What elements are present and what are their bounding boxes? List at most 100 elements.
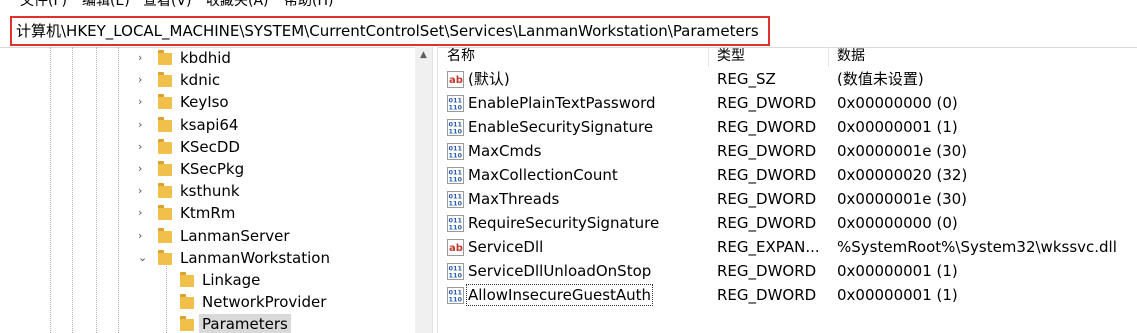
value-name: AllowInsecureGuestAuth: [465, 284, 654, 306]
expand-chevron-icon[interactable]: ›: [138, 73, 148, 87]
folder-icon: [158, 161, 172, 176]
value-type: REG_SZ: [717, 70, 776, 88]
expand-chevron-icon[interactable]: ›: [138, 229, 148, 243]
folder-icon: [158, 183, 172, 199]
binary-value-icon: 011 110: [447, 191, 464, 208]
tree-item-label: KSecPkg: [180, 160, 245, 178]
value-type: REG_DWORD: [717, 190, 817, 208]
value-type: REG_EXPAN...: [717, 238, 820, 256]
value-data: 0x00000001 (1): [837, 286, 958, 304]
tree-item-label: Parameters: [199, 314, 291, 333]
tree-item-label: NetworkProvider: [202, 293, 327, 312]
tree-item[interactable]: Linkage: [0, 269, 420, 291]
value-name: MaxCollectionCount: [468, 166, 618, 184]
binary-value-icon: 011 110: [447, 143, 464, 160]
value-name: EnableSecuritySignature: [468, 118, 654, 136]
value-type: REG_DWORD: [717, 166, 817, 184]
value-data: 0x00000000 (0): [837, 214, 958, 232]
tree-item[interactable]: › kdnic: [0, 69, 420, 91]
tree-item[interactable]: ⌄ LanmanWorkstation: [0, 247, 420, 269]
menu-bar: 文件(F) 编辑(E) 查看(V) 收藏夹(A) 帮助(H): [0, 0, 1137, 11]
tree-item[interactable]: NetworkProvider: [0, 291, 420, 313]
folder-icon: [158, 138, 172, 154]
value-row[interactable]: 011 110 MaxThreads REG_DWORD 0x0000001e (30): [440, 187, 1137, 211]
string-value-icon: ab: [447, 239, 464, 256]
svg-text:110: 110: [449, 200, 463, 208]
column-header-name[interactable]: 名称: [447, 47, 475, 67]
folder-icon: [158, 94, 172, 110]
menu-file[interactable]: 文件(F): [20, 0, 67, 11]
folder-icon: [180, 316, 194, 332]
tree-item[interactable]: › KtmRm: [0, 202, 420, 224]
menu-view[interactable]: 查看(V): [143, 0, 192, 11]
tree-item[interactable]: › kbdhid: [0, 47, 420, 69]
tree-item-label: KSecDD: [180, 137, 240, 156]
value-row[interactable]: 011 110 AllowInsecureGuestAuth REG_DWORD 0x0…: [440, 283, 1137, 307]
column-header-data[interactable]: 数据: [837, 47, 865, 67]
tree-item[interactable]: Parameters: [0, 313, 420, 333]
svg-text:ab: ab: [449, 75, 463, 86]
tree-item-label: ksthunk: [180, 182, 240, 201]
expand-chevron-icon[interactable]: ›: [138, 206, 148, 220]
folder-icon: [158, 72, 172, 88]
svg-text:110: 110: [449, 272, 463, 280]
expand-chevron-icon[interactable]: ›: [138, 51, 148, 65]
svg-text:110: 110: [449, 152, 463, 160]
expand-chevron-icon[interactable]: ›: [138, 184, 148, 198]
column-separator[interactable]: [708, 47, 709, 67]
registry-tree: › kbdhid › kdnic › KeyIso › ksapi64 › KSecDD › KSec…: [0, 47, 432, 333]
tree-item-label: KtmRm: [180, 204, 236, 223]
value-row[interactable]: 011 110 EnableSecuritySignature REG_DWORD 0x…: [440, 115, 1137, 139]
menu-help[interactable]: 帮助(H): [284, 0, 333, 11]
scroll-up-arrow-icon[interactable]: ▲: [415, 47, 432, 64]
svg-text:110: 110: [449, 296, 463, 304]
tree-item-label: LanmanWorkstation: [180, 248, 330, 267]
svg-text:110: 110: [449, 104, 463, 112]
pane-splitter[interactable]: [432, 47, 438, 333]
value-row[interactable]: ab ServiceDll REG_EXPAN... %SystemRoot%\Sys…: [440, 235, 1137, 259]
value-data: %SystemRoot%\System32\wkssvc.dll: [837, 238, 1117, 256]
value-row[interactable]: 011 110 EnablePlainTextPassword REG_DWORD 0x…: [440, 91, 1137, 115]
value-type: REG_DWORD: [717, 118, 817, 136]
tree-scrollbar[interactable]: ▲: [415, 47, 432, 333]
value-name: MaxThreads: [468, 190, 560, 208]
expand-chevron-icon[interactable]: ›: [138, 118, 148, 132]
value-row[interactable]: 011 110 ServiceDllUnloadOnStop REG_DWORD 0x0…: [440, 259, 1137, 283]
menu-favorites[interactable]: 收藏夹(A): [206, 0, 269, 11]
tree-item[interactable]: › KSecPkg: [0, 158, 420, 180]
binary-value-icon: 011 110: [447, 215, 464, 232]
value-name: ServiceDllUnloadOnStop: [468, 262, 652, 280]
expand-chevron-icon[interactable]: ›: [138, 140, 148, 154]
collapse-chevron-icon[interactable]: ⌄: [138, 251, 148, 265]
tree-item[interactable]: › ksapi64: [0, 114, 420, 136]
menu-edit[interactable]: 编辑(E): [82, 0, 130, 11]
string-value-icon: ab: [447, 71, 464, 88]
value-data: 0x00000001 (1): [837, 262, 958, 280]
value-row[interactable]: 011 110 MaxCmds REG_DWORD 0x0000001e (30): [440, 139, 1137, 163]
value-name: (默认): [468, 70, 510, 88]
tree-item-label: kbdhid: [180, 49, 231, 67]
folder-icon: [158, 205, 172, 221]
value-row[interactable]: ab (默认) REG_SZ (数值未设置): [440, 67, 1137, 91]
expand-chevron-icon[interactable]: ›: [138, 95, 148, 109]
value-type: REG_DWORD: [717, 214, 817, 232]
binary-value-icon: 011 110: [447, 167, 464, 184]
tree-item[interactable]: › ksthunk: [0, 180, 420, 202]
expand-chevron-icon[interactable]: ›: [138, 162, 148, 176]
tree-item[interactable]: › LanmanServer: [0, 225, 420, 247]
folder-icon: [180, 272, 194, 287]
tree-item[interactable]: › KeyIso: [0, 91, 420, 113]
column-header-type[interactable]: 类型: [717, 47, 745, 67]
tree-item-label: ksapi64: [180, 115, 239, 134]
tree-item-label: kdnic: [180, 71, 221, 90]
value-name: MaxCmds: [468, 142, 542, 160]
value-type: REG_DWORD: [717, 94, 817, 112]
column-separator[interactable]: [828, 47, 829, 67]
binary-value-icon: 011 110: [447, 95, 464, 112]
value-row[interactable]: 011 110 RequireSecuritySignature REG_DWORD 0…: [440, 211, 1137, 235]
value-name: ServiceDll: [468, 238, 544, 256]
svg-text:110: 110: [449, 128, 463, 136]
value-data: 0x0000001e (30): [837, 190, 968, 208]
value-row[interactable]: 011 110 MaxCollectionCount REG_DWORD 0x00000…: [440, 163, 1137, 187]
tree-item[interactable]: › KSecDD: [0, 136, 420, 158]
